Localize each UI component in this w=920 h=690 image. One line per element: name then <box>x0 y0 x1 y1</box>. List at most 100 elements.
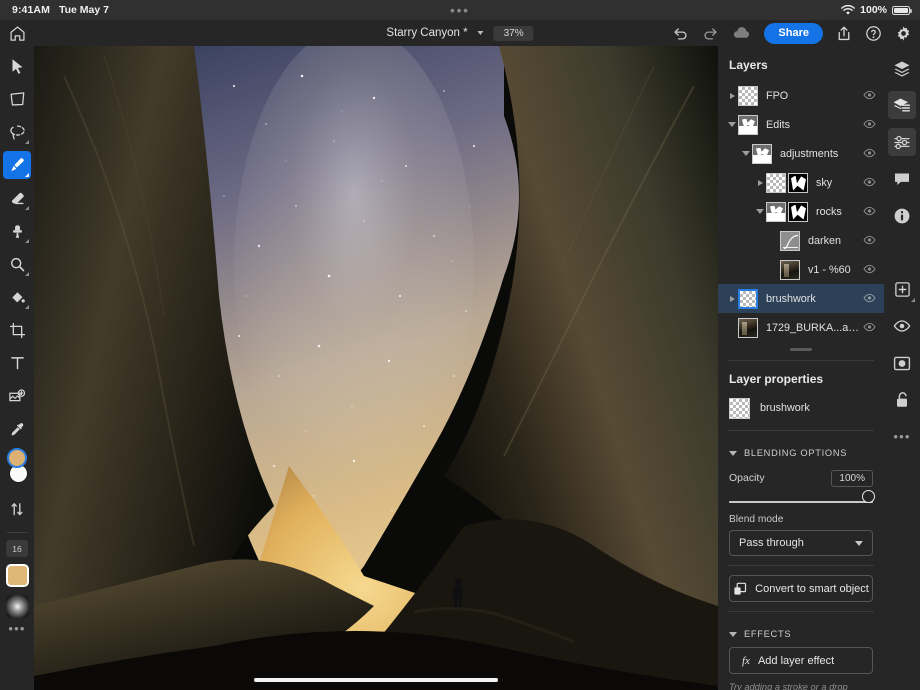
help-icon[interactable] <box>865 25 882 42</box>
add-mask-button[interactable] <box>888 349 916 377</box>
layer-row-fpo[interactable]: FPO <box>718 81 884 110</box>
layer-row-sky[interactable]: sky <box>718 168 884 197</box>
layer-thumbnails[interactable] <box>780 260 800 280</box>
layer-thumbnail[interactable] <box>780 260 800 280</box>
eye-icon[interactable] <box>863 261 876 279</box>
eye-icon[interactable] <box>863 290 876 308</box>
layer-thumbnail[interactable] <box>738 318 758 338</box>
image-canvas[interactable] <box>34 46 718 690</box>
chevron-down-icon[interactable] <box>740 151 752 156</box>
more-layer-options-button[interactable]: ••• <box>888 423 916 451</box>
layer-row-darken[interactable]: darken <box>718 226 884 255</box>
layer-thumbnail[interactable] <box>738 289 758 309</box>
blur-tool[interactable] <box>3 250 31 278</box>
layer-name: rocks <box>816 206 863 218</box>
adjustments-panel-button[interactable] <box>888 128 916 156</box>
opacity-value[interactable]: 100% <box>831 470 873 487</box>
opacity-slider[interactable] <box>718 490 884 510</box>
foreground-color-swatch[interactable] <box>7 448 27 468</box>
layer-thumbnail[interactable] <box>738 86 758 106</box>
layer-thumbnails[interactable] <box>752 144 772 164</box>
home-icon[interactable] <box>9 25 26 42</box>
eye-icon[interactable] <box>863 203 876 221</box>
layer-thumbnail[interactable] <box>752 144 772 164</box>
layer-properties-panel-button[interactable] <box>888 91 916 119</box>
panel-scroll-handle[interactable] <box>790 348 812 351</box>
chevron-down-icon[interactable] <box>726 122 738 127</box>
layer-thumbnail[interactable] <box>738 115 758 135</box>
brush-tool[interactable] <box>3 151 31 179</box>
layer-thumbnail[interactable] <box>766 173 786 193</box>
add-layer-effect-button[interactable]: fx Add layer effect <box>729 647 873 674</box>
layer-thumbnails[interactable] <box>766 173 808 193</box>
gear-icon[interactable] <box>895 25 912 42</box>
layer-row-adjustments[interactable]: adjustments <box>718 139 884 168</box>
blending-options-section-header[interactable]: BLENDING OPTIONS <box>718 440 884 466</box>
text-tool[interactable] <box>3 349 31 377</box>
layer-mask-thumbnail[interactable] <box>788 202 808 222</box>
eye-icon[interactable] <box>863 319 876 337</box>
layer-row-rocks[interactable]: rocks <box>718 197 884 226</box>
eye-icon[interactable] <box>863 116 876 134</box>
document-title-group[interactable]: Starry Canyon * 37% <box>386 26 533 41</box>
home-indicator[interactable] <box>254 678 498 683</box>
lock-layer-button[interactable] <box>888 386 916 414</box>
eye-icon[interactable] <box>863 87 876 105</box>
color-swatches[interactable] <box>3 448 31 492</box>
undo-icon[interactable] <box>672 26 689 41</box>
layer-row-brushwork[interactable]: brushwork <box>718 284 884 313</box>
lasso-tool[interactable] <box>3 118 31 146</box>
add-layer-button[interactable] <box>888 275 916 303</box>
multitask-dots-icon[interactable]: ••• <box>450 4 470 17</box>
layer-thumbnail[interactable] <box>780 231 800 251</box>
layer-thumbnail[interactable] <box>766 202 786 222</box>
layer-row-1729-burka-anced-nr33[interactable]: 1729_BURKA...anced-NR33 <box>718 313 884 342</box>
place-photo-tool[interactable] <box>3 382 31 410</box>
brush-preset-swatch[interactable] <box>6 595 29 618</box>
more-options-icon[interactable]: ••• <box>8 625 25 633</box>
layer-thumbnails[interactable] <box>738 318 758 338</box>
layer-thumbnails[interactable] <box>738 289 758 309</box>
swap-colors-button[interactable] <box>3 495 31 523</box>
panels-sidebar: ••• <box>884 46 920 690</box>
convert-to-smart-object-label: Convert to smart object <box>755 583 869 595</box>
crop-tool[interactable] <box>3 316 31 344</box>
chevron-down-icon[interactable] <box>478 31 484 35</box>
layer-thumbnails[interactable] <box>766 202 808 222</box>
chevron-right-icon[interactable] <box>726 296 738 302</box>
eye-icon[interactable] <box>863 174 876 192</box>
eyedropper-tool[interactable] <box>3 415 31 443</box>
paint-bucket-tool[interactable] <box>3 283 31 311</box>
layer-thumbnails[interactable] <box>738 86 758 106</box>
redo-icon[interactable] <box>702 26 719 41</box>
active-color-swatch[interactable] <box>6 564 29 587</box>
select-tool[interactable] <box>3 52 31 80</box>
layer-thumbnails[interactable] <box>738 115 758 135</box>
eraser-tool[interactable] <box>3 184 31 212</box>
eye-icon[interactable] <box>863 145 876 163</box>
layer-row-edits[interactable]: Edits <box>718 110 884 139</box>
effects-section-header[interactable]: EFFECTS <box>718 621 884 647</box>
layer-thumbnails[interactable] <box>780 231 800 251</box>
info-panel-button[interactable] <box>888 202 916 230</box>
cloud-icon[interactable] <box>732 26 751 40</box>
opacity-slider-handle[interactable] <box>862 490 875 503</box>
convert-to-smart-object-button[interactable]: Convert to smart object <box>729 575 873 602</box>
blend-mode-select[interactable]: Pass through <box>729 530 873 556</box>
eye-icon[interactable] <box>863 232 876 250</box>
transform-tool[interactable] <box>3 85 31 113</box>
clone-stamp-tool[interactable] <box>3 217 31 245</box>
export-icon[interactable] <box>836 25 852 42</box>
layer-mask-thumbnail[interactable] <box>788 173 808 193</box>
comments-panel-button[interactable] <box>888 165 916 193</box>
brush-size-value[interactable]: 16 <box>6 540 28 557</box>
share-button[interactable]: Share <box>764 23 823 44</box>
chevron-right-icon[interactable] <box>754 180 766 186</box>
toggle-visibility-button[interactable] <box>888 312 916 340</box>
chevron-down-icon[interactable] <box>754 209 766 214</box>
chevron-right-icon[interactable] <box>726 93 738 99</box>
tool-submenu-indicator <box>25 140 29 144</box>
zoom-level-badge[interactable]: 37% <box>494 26 534 41</box>
layer-row-v1-60[interactable]: v1 - %60 <box>718 255 884 284</box>
layers-panel-button[interactable] <box>888 54 916 82</box>
